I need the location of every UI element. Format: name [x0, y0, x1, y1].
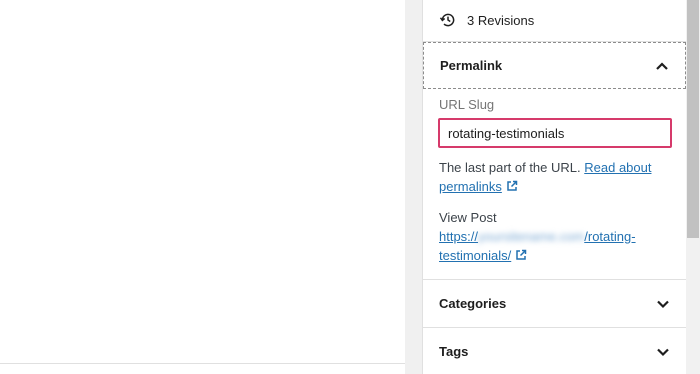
- settings-sidebar: 3 Revisions Permalink URL Slug The last …: [422, 0, 686, 374]
- editor-sidebar-gutter: [405, 0, 422, 374]
- chevron-down-icon: [657, 348, 669, 356]
- editor-divider: [0, 363, 405, 364]
- revisions-link[interactable]: 3 Revisions: [423, 0, 686, 40]
- blurred-domain: yoursitename.com: [478, 229, 585, 244]
- categories-title: Categories: [439, 296, 507, 311]
- tags-title: Tags: [439, 344, 469, 359]
- revisions-label: 3 Revisions: [467, 12, 535, 28]
- chevron-up-icon: [656, 61, 668, 70]
- permalink-title: Permalink: [440, 58, 503, 73]
- permalink-help-text: The last part of the URL. Read about per…: [439, 158, 675, 196]
- url-slug-label: URL Slug: [439, 97, 495, 112]
- history-icon: [439, 13, 455, 27]
- view-post-link[interactable]: https://yoursitename.com/rotating-testim…: [439, 229, 636, 263]
- chevron-down-icon: [657, 300, 669, 308]
- sidebar-scrollbar[interactable]: [686, 0, 700, 374]
- categories-panel-toggle[interactable]: Categories: [423, 280, 686, 327]
- scrollbar-thumb[interactable]: [687, 0, 699, 238]
- permalink-panel-toggle[interactable]: Permalink: [423, 42, 686, 89]
- editor-window: 3 Revisions Permalink URL Slug The last …: [0, 0, 700, 374]
- external-link-icon: [507, 180, 518, 191]
- url-slug-input[interactable]: [438, 118, 672, 148]
- help-text: The last part of the URL.: [439, 160, 581, 175]
- view-post-url: https://yoursitename.com/rotating-testim…: [439, 227, 675, 265]
- view-post-label: View Post: [439, 210, 497, 225]
- editor-canvas[interactable]: [0, 0, 405, 374]
- external-link-icon: [516, 249, 527, 260]
- tags-panel-toggle[interactable]: Tags: [423, 328, 686, 374]
